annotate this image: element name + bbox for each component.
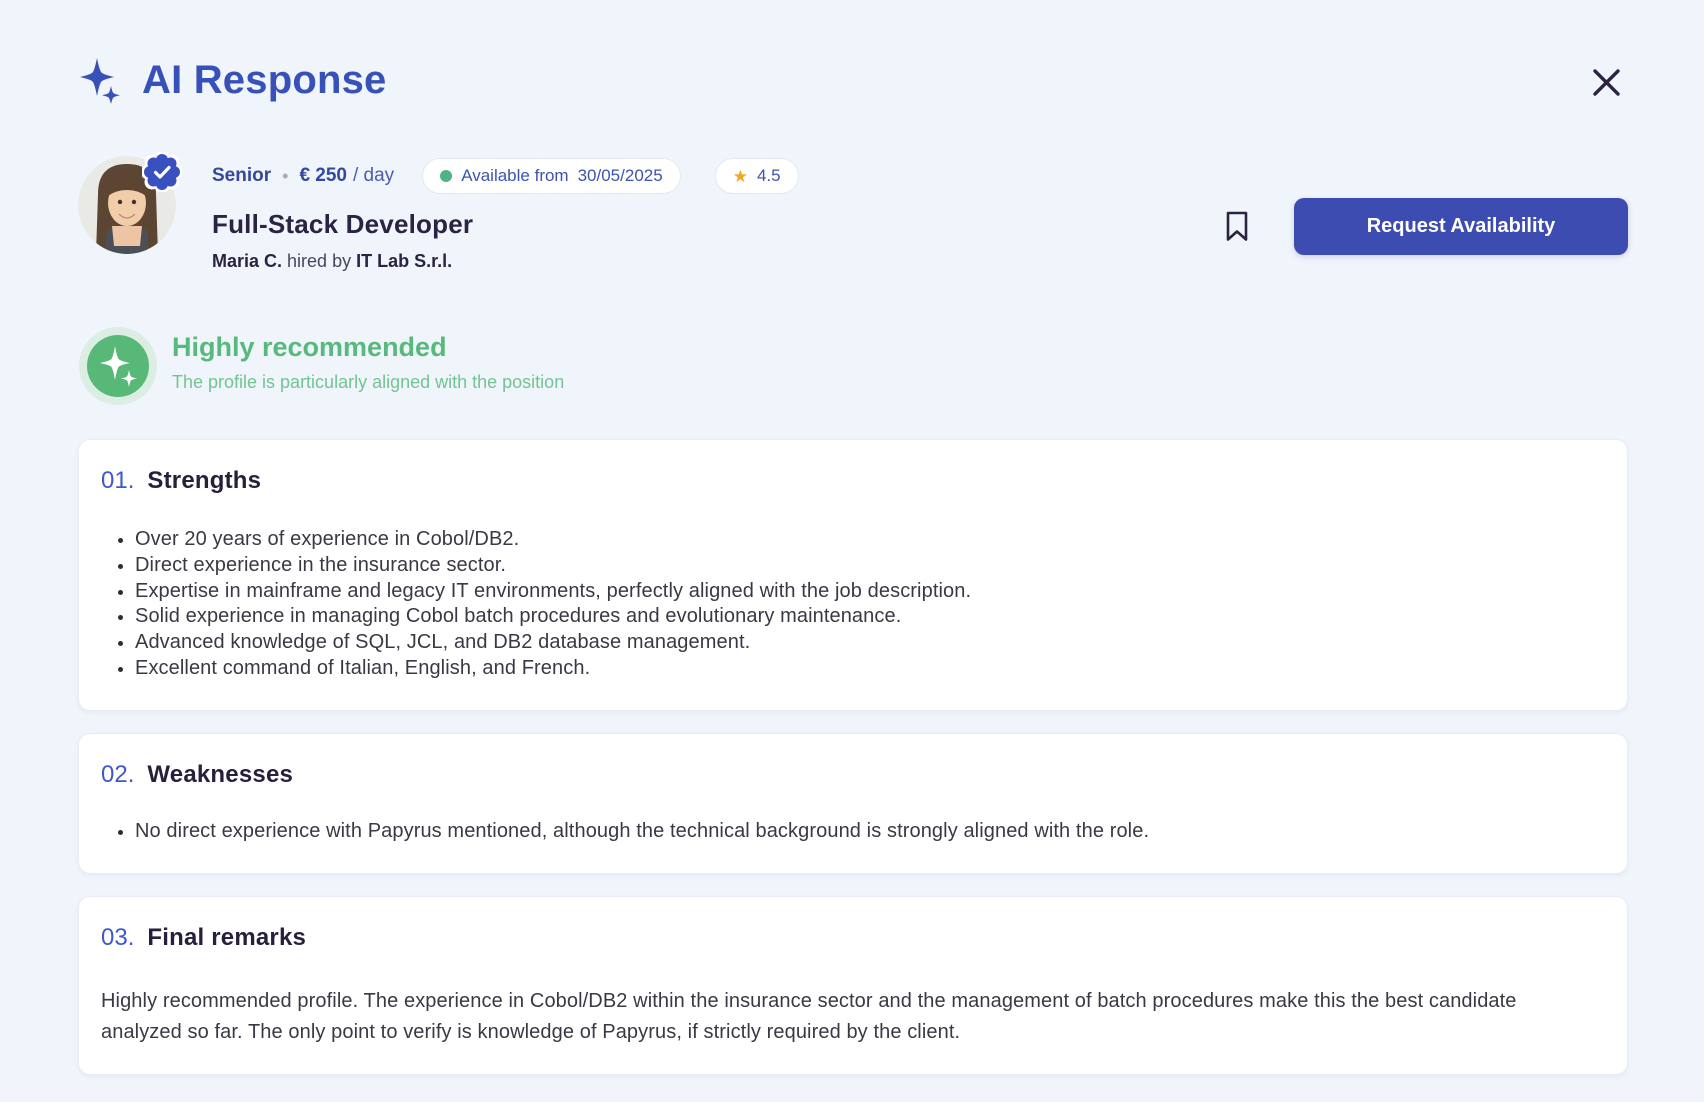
- separator-dot: •: [282, 165, 289, 186]
- company-name: IT Lab S.r.l.: [356, 251, 453, 271]
- recommendation-banner: Highly recommended The profile is partic…: [78, 326, 1628, 411]
- section-title: Strengths: [147, 467, 262, 494]
- availability-status-dot: [440, 170, 453, 182]
- final-remarks-header: 03. Final remarks: [101, 924, 1603, 952]
- strengths-list: Over 20 years of experience in Cobol/DB2…: [135, 527, 1603, 682]
- candidate-name: Maria C.: [212, 251, 283, 271]
- bullet-item: No direct experience with Papyrus mentio…: [135, 819, 1603, 845]
- recommendation-title: Highly recommended: [172, 332, 447, 362]
- candidate-info: Senior • € 250 / day Available from 30/0…: [212, 156, 799, 272]
- candidate-actions: Request Availability: [1222, 198, 1628, 255]
- close-button[interactable]: [1586, 62, 1626, 102]
- section-title: Final remarks: [147, 923, 307, 951]
- recommendation-text: Highly recommended The profile is partic…: [172, 326, 564, 393]
- rating-value: 4.5: [756, 166, 781, 185]
- bookmark-icon: [1224, 210, 1250, 243]
- sparkle-icon: [78, 56, 124, 104]
- bullet-item: Expertise in mainframe and legacy IT env…: [135, 579, 1603, 605]
- close-icon: [1591, 67, 1622, 98]
- bookmark-button[interactable]: [1222, 208, 1252, 245]
- candidate-card: Senior • € 250 / day Available from 30/0…: [78, 150, 1628, 272]
- availability-label: Available from: [461, 166, 569, 185]
- rating-badge: ★ 4.5: [714, 158, 799, 194]
- bullet-item: Direct experience in the insurance secto…: [135, 553, 1603, 579]
- verified-badge-icon: [140, 150, 184, 197]
- section-number: 03.: [101, 923, 135, 951]
- hired-by-label: hired by: [287, 251, 352, 271]
- availability-badge: Available from 30/05/2025: [422, 158, 681, 194]
- section-title: Weaknesses: [147, 760, 294, 788]
- section-number: 01.: [101, 467, 135, 494]
- weaknesses-header: 02. Weaknesses: [101, 761, 1603, 789]
- bullet-item: Over 20 years of experience in Cobol/DB2…: [135, 527, 1603, 553]
- strengths-header: 01. Strengths: [101, 467, 1603, 495]
- page-title: AI Response: [142, 57, 387, 102]
- recommendation-subtitle: The profile is particularly aligned with…: [172, 372, 565, 392]
- avatar: [78, 150, 184, 254]
- candidate-role: Full-Stack Developer: [212, 209, 474, 239]
- bullet-item: Excellent command of Italian, English, a…: [135, 656, 1603, 682]
- ai-response-panel: AI Response Senior • € 250 / day Availab…: [0, 0, 1704, 1102]
- daily-rate-unit: / day: [352, 165, 395, 186]
- candidate-meta-row: Senior • € 250 / day Available from 30/0…: [212, 158, 799, 194]
- daily-rate-value: € 250: [299, 165, 347, 186]
- bullet-item: Advanced knowledge of SQL, JCL, and DB2 …: [135, 630, 1603, 656]
- bullet-item: Solid experience in managing Cobol batch…: [135, 604, 1603, 630]
- star-icon: ★: [732, 166, 748, 186]
- strengths-card: 01. Strengths Over 20 years of experienc…: [78, 439, 1628, 711]
- panel-header: AI Response: [78, 56, 1628, 104]
- recommendation-sparkles-icon: [78, 326, 158, 411]
- section-number: 02.: [101, 760, 135, 788]
- weaknesses-list: No direct experience with Papyrus mentio…: [135, 819, 1603, 845]
- final-remarks-card: 03. Final remarks Highly recommended pro…: [78, 895, 1628, 1075]
- availability-date: 30/05/2025: [577, 166, 663, 185]
- final-remarks-paragraph: Highly recommended profile. The experien…: [101, 989, 1517, 1043]
- request-availability-button[interactable]: Request Availability: [1294, 198, 1628, 255]
- weaknesses-card: 02. Weaknesses No direct experience with…: [78, 732, 1628, 874]
- candidate-byline: Maria C. hired by IT Lab S.r.l.: [212, 251, 799, 272]
- seniority-label: Senior: [212, 165, 272, 186]
